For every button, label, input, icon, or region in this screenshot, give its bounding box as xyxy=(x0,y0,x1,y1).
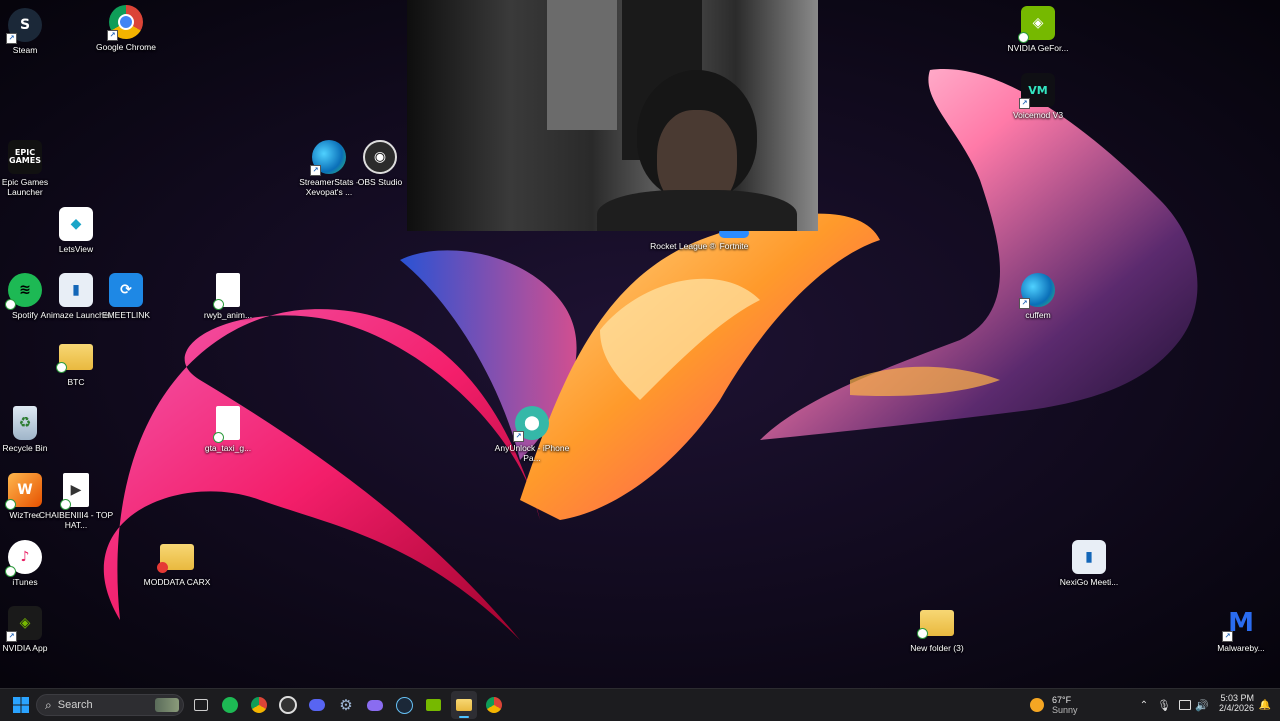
anyunlock-icon: ⬤ ↗ xyxy=(513,406,549,442)
taskbar-nvidia[interactable] xyxy=(422,689,444,721)
taskbar-chrome[interactable] xyxy=(248,689,270,721)
letsview-icon: ◆ xyxy=(59,207,93,241)
voicemod-icon: VM ↗ xyxy=(1019,73,1055,109)
taskbar-gamepad[interactable] xyxy=(364,689,386,721)
desktop-icon-btc[interactable]: BTC xyxy=(36,340,116,387)
desktop-icon-google-chrome[interactable]: ↗ Google Chrome xyxy=(86,5,166,52)
start-button[interactable] xyxy=(8,689,34,721)
edge-icon: ↗ xyxy=(1019,273,1055,309)
video-file-icon: ▶ xyxy=(60,473,89,510)
folder-icon xyxy=(157,544,194,573)
tray-volume[interactable]: 🔊 xyxy=(1195,689,1209,721)
file-icon xyxy=(213,406,240,443)
taskbar-discord[interactable] xyxy=(306,689,328,721)
desktop-icon-nvidia-app[interactable]: ◈ ↗ NVIDIA App xyxy=(0,606,65,653)
windows-logo-icon xyxy=(13,697,29,713)
tray-overflow-button[interactable]: ⌃ xyxy=(1137,689,1151,721)
clock-time: 5:03 PM xyxy=(1220,693,1254,703)
spotify-icon xyxy=(222,697,238,713)
task-view-icon xyxy=(194,699,208,711)
settings-gear-icon: ⚙ xyxy=(339,697,353,714)
epic-games-icon: EPIC GAMES xyxy=(8,140,42,174)
taskbar: ⌕ Search ⚙ 67°F Sunny ⌃ 🎙 🔊 5:03 PM 2/4/… xyxy=(0,688,1280,721)
desktop-icon-epic-games-launcher[interactable]: EPIC GAMES Epic Games Launcher xyxy=(0,140,65,197)
taskbar-obs[interactable] xyxy=(277,689,299,721)
desktop-icon-rwyb-anim[interactable]: rwyb_anim... xyxy=(188,273,268,320)
chrome-icon xyxy=(251,697,267,713)
taskbar-settings[interactable]: ⚙ xyxy=(335,689,357,721)
clock-date: 2/4/2026 xyxy=(1218,703,1254,713)
active-indicator xyxy=(459,716,469,718)
desktop-icon-recycle-bin[interactable]: ♻ Recycle Bin xyxy=(0,406,65,453)
tray-network[interactable] xyxy=(1178,689,1192,721)
desktop-icon-malwarebytes[interactable]: M ↗ Malwareby... xyxy=(1201,606,1280,653)
taskbar-file-explorer[interactable] xyxy=(451,691,477,719)
nexigo-icon: ▮ xyxy=(1072,540,1106,574)
speaker-icon: 🔊 xyxy=(1195,699,1209,712)
desktop-icon-anyunlock[interactable]: ⬤ ↗ AnyUnlock - iPhone Pa... xyxy=(492,406,572,463)
task-view-button[interactable] xyxy=(190,689,212,721)
desktop-icon-itunes[interactable]: ♪ iTunes xyxy=(0,540,65,587)
desktop-icon-steam[interactable]: S ↗ Steam xyxy=(0,8,65,55)
nvidia-icon: ◈ ↗ xyxy=(6,606,42,642)
webcam-person-body xyxy=(597,190,797,231)
nvidia-icon xyxy=(425,699,441,711)
desktop-icon-new-folder-3[interactable]: New folder (3) xyxy=(897,606,977,653)
search-label: Search xyxy=(57,699,93,711)
webcam-overlay xyxy=(407,0,818,231)
steam-icon xyxy=(395,696,413,714)
steam-icon: S ↗ xyxy=(6,8,42,44)
nvidia-icon: ◈ xyxy=(1018,6,1055,43)
emeetlink-icon: ⟳ xyxy=(109,273,143,307)
microphone-icon: 🎙 xyxy=(1157,699,1171,712)
desktop-icon-moddata-carx[interactable]: MODDATA CARX xyxy=(137,540,217,587)
desktop-icon-chaibeniii4[interactable]: ▶ CHAIBENIII4 - TOP HAT... xyxy=(36,473,116,530)
weather-temp: 67°F xyxy=(1052,695,1072,705)
chrome-icon xyxy=(486,697,502,713)
taskbar-steam[interactable] xyxy=(393,689,415,721)
discord-icon xyxy=(309,699,325,711)
folder-icon xyxy=(56,344,93,373)
search-highlight-icon xyxy=(155,698,179,712)
webcam-door xyxy=(547,0,617,130)
tray-microphone[interactable]: 🎙 xyxy=(1157,689,1171,721)
obs-icon xyxy=(279,696,297,714)
network-icon xyxy=(1179,700,1191,710)
taskbar-spotify[interactable] xyxy=(219,689,241,721)
itunes-icon: ♪ xyxy=(5,540,42,577)
desktop-icon-fortnite[interactable]: Fortnite xyxy=(694,228,774,251)
notification-bell-icon: 🔔 xyxy=(1258,699,1272,711)
weather-condition: Sunny xyxy=(1052,705,1078,715)
weather-widget[interactable]: 67°F Sunny xyxy=(1030,693,1078,717)
taskbar-chrome-2[interactable] xyxy=(483,689,505,721)
gamepad-icon xyxy=(367,699,383,711)
desktop-icon-voicemod[interactable]: VM ↗ Voicemod V3 xyxy=(998,73,1078,120)
recycle-bin-icon: ♻ xyxy=(13,406,37,440)
file-explorer-icon xyxy=(456,699,472,711)
desktop-icon-cuffem[interactable]: ↗ cuffem xyxy=(998,273,1078,320)
desktop-icon-letsview[interactable]: ◆ LetsView xyxy=(36,207,116,254)
sun-icon xyxy=(1030,698,1044,712)
desktop-icon-nexigo[interactable]: ▮ NexiGo Meeti... xyxy=(1049,540,1129,587)
clock[interactable]: 5:03 PM 2/4/2026 xyxy=(1214,693,1254,713)
desktop-icon-emeetlink[interactable]: ⟳ EMEETLINK xyxy=(86,273,166,320)
chevron-up-icon: ⌃ xyxy=(1139,699,1149,711)
folder-icon xyxy=(917,610,954,639)
desktop-icon-gta-taxi[interactable]: gta_taxi_g... xyxy=(188,406,268,453)
search-icon: ⌕ xyxy=(45,697,52,712)
notification-button[interactable]: 🔔 xyxy=(1258,689,1272,721)
chrome-icon: ↗ xyxy=(107,5,143,41)
desktop-icon-nvidia-geforce[interactable]: ◈ NVIDIA GeFor... xyxy=(998,6,1078,53)
file-icon xyxy=(213,273,240,310)
obs-icon: ◉ xyxy=(363,140,397,174)
taskbar-search[interactable]: ⌕ Search xyxy=(36,694,184,716)
malwarebytes-icon: M ↗ xyxy=(1222,606,1258,642)
